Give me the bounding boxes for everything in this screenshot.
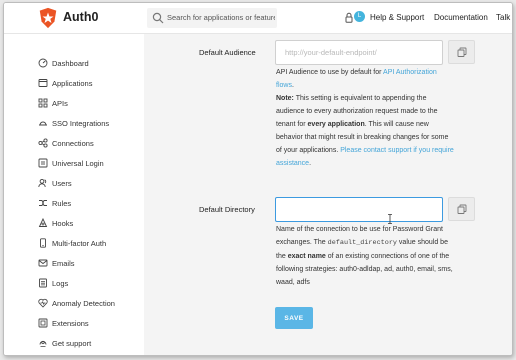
search-input[interactable] [167, 10, 275, 25]
rules-icon [39, 200, 47, 206]
copy-icon [457, 47, 467, 57]
users-icon [38, 178, 47, 188]
search-icon [152, 12, 164, 24]
sidebar-item-label: Connections [52, 138, 94, 148]
sidebar-item-sso[interactable]: SSO Integrations [38, 116, 109, 130]
default-directory-help: Name of the connection to be use for Pas… [276, 223, 454, 289]
hooks-icon [38, 218, 48, 227]
note-label: Note: [276, 95, 294, 102]
sidebar-item-anomaly-detection[interactable]: Anomaly Detection [38, 296, 115, 310]
sidebar-item-hooks[interactable]: Hooks [38, 216, 73, 230]
extensions-icon [38, 318, 48, 328]
sidebar-item-dashboard[interactable]: Dashboard [38, 56, 89, 70]
lock-icon[interactable] [345, 12, 353, 23]
sso-icon [39, 121, 47, 126]
app-window: Auth0 L Help & Support Documentation Tal… [3, 2, 513, 356]
sidebar-item-label: SSO Integrations [52, 118, 110, 128]
sidebar-item-applications[interactable]: Applications [38, 76, 92, 90]
default-directory-input[interactable] [275, 197, 443, 222]
default-audience-input[interactable] [275, 40, 443, 65]
sidebar-item-label: Anomaly Detection [52, 298, 115, 308]
sidebar-item-label: Dashboard [52, 58, 89, 68]
sidebar-item-label: Extensions [52, 318, 89, 328]
sidebar-item-label: Applications [52, 78, 93, 88]
applications-icon [38, 79, 48, 87]
help-support-link[interactable]: Help & Support [370, 13, 424, 22]
audience-help-suffix: . [291, 82, 294, 89]
note-end: . [309, 160, 312, 167]
support-icon [39, 340, 47, 347]
talk-link[interactable]: Talk [496, 13, 510, 22]
default-directory-code: default_directory [327, 239, 397, 247]
anomaly-icon [38, 298, 48, 308]
apis-icon [38, 98, 48, 108]
sidebar-item-emails[interactable]: Emails [38, 256, 75, 270]
sidebar-item-universal-login[interactable]: Universal Login [38, 156, 104, 170]
sidebar-item-rules[interactable]: Rules [38, 196, 71, 210]
search-box[interactable] [147, 8, 277, 28]
emails-icon [38, 259, 48, 267]
copy-directory-button[interactable] [448, 197, 475, 221]
sidebar-item-mfa[interactable]: Multi-factor Auth [38, 236, 106, 250]
sidebar-item-apis[interactable]: APIs [38, 96, 68, 110]
brand-name[interactable]: Auth0 [63, 10, 98, 24]
sidebar-item-label: Multi-factor Auth [52, 238, 107, 248]
sidebar-item-label: Logs [52, 278, 69, 288]
dashboard-icon [38, 58, 48, 68]
logs-icon [39, 278, 47, 288]
sidebar-item-label: Users [52, 178, 72, 188]
copy-icon [457, 204, 467, 214]
note-bold: every application [307, 121, 365, 128]
sidebar-item-get-support[interactable]: Get support [38, 336, 91, 350]
documentation-link[interactable]: Documentation [434, 13, 488, 22]
default-audience-help: API Audience to use by default for API A… [276, 66, 454, 170]
sidebar-item-label: Universal Login [52, 158, 104, 168]
sidebar-item-users[interactable]: Users [38, 176, 72, 190]
connections-icon [38, 138, 48, 148]
sidebar-item-label: Hooks [52, 218, 74, 228]
sidebar: Dashboard Applications APIs SSO Integrat… [4, 34, 144, 355]
copy-audience-button[interactable] [448, 40, 475, 64]
sidebar-item-label: Get support [52, 338, 92, 348]
sidebar-item-label: APIs [52, 98, 68, 108]
default-audience-label: Default Audience [199, 48, 256, 57]
audience-help-text: API Audience to use by default for [276, 69, 384, 76]
mfa-icon [40, 238, 46, 248]
sidebar-item-extensions[interactable]: Extensions [38, 316, 89, 330]
top-bar: Auth0 L Help & Support Documentation Tal… [4, 3, 512, 34]
default-directory-label: Default Directory [199, 205, 255, 214]
avatar[interactable]: L [354, 11, 365, 22]
sidebar-item-connections[interactable]: Connections [38, 136, 94, 150]
sidebar-item-label: Emails [52, 258, 75, 268]
sidebar-item-label: Rules [52, 198, 72, 208]
auth0-logo-icon[interactable] [37, 7, 59, 29]
universal-login-icon [38, 158, 48, 168]
exact-name-bold: exact name [287, 253, 326, 260]
save-button[interactable]: SAVE [275, 307, 313, 329]
sidebar-item-logs[interactable]: Logs [38, 276, 68, 290]
